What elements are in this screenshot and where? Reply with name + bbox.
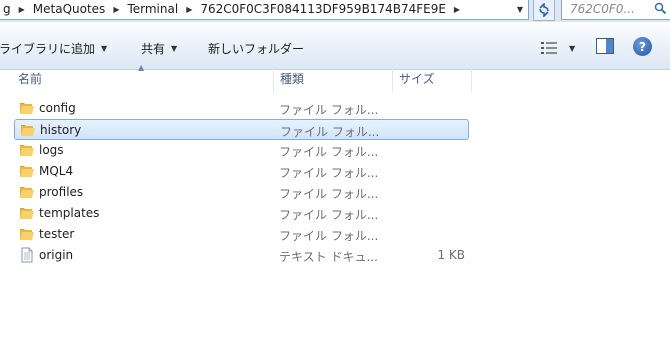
chevron-down-icon[interactable]: ▼ <box>569 44 575 53</box>
file-name: history <box>40 123 82 137</box>
file-type: ファイル フォル... <box>280 125 380 139</box>
folder-icon <box>20 229 34 240</box>
column-size-label: サイズ <box>399 71 435 86</box>
folder-icon <box>21 125 35 136</box>
column-header-name[interactable]: 名前 <box>18 66 268 90</box>
add-to-library-button[interactable]: ライブラリに追加 ▼ <box>0 39 107 57</box>
file-type: ファイル フォル... <box>279 187 379 201</box>
file-row-mql4[interactable]: MQL4 ファイル フォル... <box>14 161 469 182</box>
folder-icon <box>20 187 34 198</box>
column-type-label: 種類 <box>280 71 305 86</box>
breadcrumb-item[interactable]: MetaQuotes <box>29 2 110 16</box>
file-type: ファイル フォル... <box>279 166 379 180</box>
file-type: ファイル フォル... <box>279 103 379 117</box>
address-bar[interactable]: g ▶ MetaQuotes ▶ Terminal ▶ 762C0F0C3F08… <box>0 0 529 20</box>
column-header-size[interactable]: サイズ <box>399 66 469 90</box>
new-folder-button[interactable]: 新しいフォルダー <box>208 39 304 57</box>
text-file-icon <box>21 247 33 263</box>
help-button[interactable]: ? <box>633 37 652 56</box>
chevron-right-icon[interactable]: ▶ <box>182 5 196 14</box>
share-label: 共有 <box>141 41 166 56</box>
folder-icon <box>20 208 34 219</box>
file-name: tester <box>39 227 75 241</box>
chevron-down-icon: ▼ <box>171 43 178 53</box>
file-name: profiles <box>39 185 84 199</box>
file-type: テキスト ドキュ... <box>279 250 378 264</box>
chevron-right-icon[interactable]: ▶ <box>15 5 29 14</box>
refresh-button[interactable] <box>533 0 555 21</box>
folder-icon <box>20 103 34 114</box>
command-toolbar: ライブラリに追加 ▼ 共有 ▼ 新しいフォルダー ▼ ? <box>0 24 670 70</box>
breadcrumb-item-current[interactable]: 762C0F0C3F084113DF959B174B74FE9E <box>196 2 450 16</box>
column-header-type[interactable]: 種類 <box>280 66 390 90</box>
preview-pane-icon <box>596 38 614 54</box>
file-name: config <box>39 101 76 115</box>
file-name: MQL4 <box>39 164 74 178</box>
folder-icon <box>20 166 34 177</box>
column-divider[interactable] <box>273 66 274 92</box>
file-name: origin <box>39 248 74 262</box>
folder-icon <box>20 145 34 156</box>
change-view-button[interactable]: ▼ <box>541 39 575 57</box>
new-folder-label: 新しいフォルダー <box>208 41 305 56</box>
search-input[interactable]: 762C0F0... <box>561 0 670 20</box>
column-header-row: ▲ 名前 種類 サイズ <box>0 63 670 92</box>
preview-pane-button[interactable] <box>596 38 614 57</box>
share-button[interactable]: 共有 ▼ <box>141 39 177 57</box>
address-row: g ▶ MetaQuotes ▶ Terminal ▶ 762C0F0C3F08… <box>0 0 670 22</box>
search-placeholder: 762C0F0... <box>570 2 635 16</box>
details-view-icon <box>541 42 557 54</box>
file-size: 1 KB <box>437 248 465 262</box>
search-icon[interactable] <box>654 2 667 18</box>
chevron-right-icon[interactable]: ▶ <box>109 5 123 14</box>
column-divider[interactable] <box>392 66 393 92</box>
file-type: ファイル フォル... <box>279 229 379 243</box>
file-row-templates[interactable]: templates ファイル フォル... <box>14 203 469 224</box>
file-name: templates <box>39 206 100 220</box>
file-row-logs[interactable]: logs ファイル フォル... <box>14 140 469 161</box>
file-type: ファイル フォル... <box>279 145 379 159</box>
chevron-down-icon: ▼ <box>101 43 108 53</box>
file-row-profiles[interactable]: profiles ファイル フォル... <box>14 182 469 203</box>
column-name-label: 名前 <box>18 71 43 86</box>
chevron-down-icon: ▼ <box>516 4 524 14</box>
address-history-dropdown[interactable]: ▼ <box>512 0 528 19</box>
file-type: ファイル フォル... <box>279 208 379 222</box>
chevron-right-icon[interactable]: ▶ <box>450 5 464 14</box>
file-row-history[interactable]: history ファイル フォル... <box>14 119 469 140</box>
breadcrumb-item[interactable]: g <box>0 2 15 16</box>
breadcrumb-item[interactable]: Terminal <box>123 2 182 16</box>
add-to-library-label: ライブラリに追加 <box>0 41 96 56</box>
breadcrumb: g ▶ MetaQuotes ▶ Terminal ▶ 762C0F0C3F08… <box>0 0 464 19</box>
file-name: logs <box>39 143 64 157</box>
file-row-config[interactable]: config ファイル フォル... <box>14 98 469 119</box>
file-row-origin[interactable]: origin テキスト ドキュ... 1 KB <box>14 245 469 266</box>
file-row-tester[interactable]: tester ファイル フォル... <box>14 224 469 245</box>
refresh-icon <box>539 3 549 17</box>
column-divider[interactable] <box>471 66 472 92</box>
help-icon: ? <box>639 39 646 54</box>
